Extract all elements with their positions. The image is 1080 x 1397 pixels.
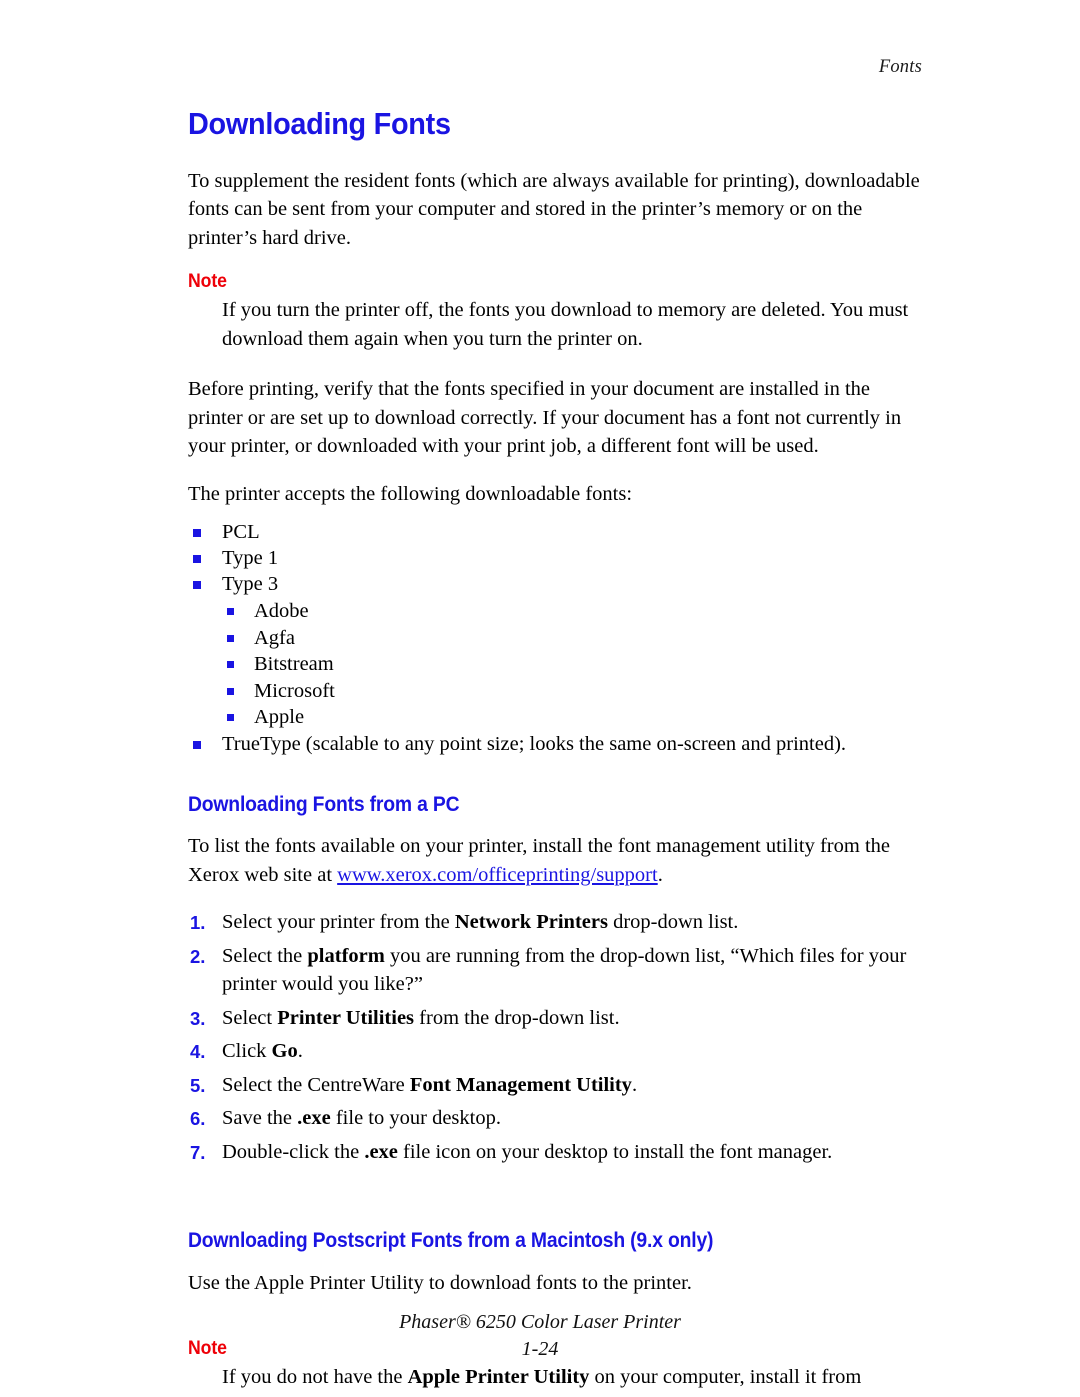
step-text-bold: Printer Utilities (277, 1006, 415, 1029)
step-number: 2. (190, 945, 206, 967)
intro-paragraph: To supplement the resident fonts (which … (188, 169, 920, 249)
step-item: 5. Select the CentreWare Font Management … (188, 1071, 922, 1100)
pc-intro-text-2: . (657, 863, 663, 886)
step-item: 7. Double-click the .exe file icon on you… (188, 1138, 922, 1167)
accepts-lead-paragraph: The printer accepts the following downlo… (188, 482, 633, 505)
note-text-pre: If you do not have the (222, 1366, 408, 1389)
step-text-post: drop-down list. (607, 911, 739, 934)
step-text-pre: Select the (222, 944, 308, 967)
note-body-1: If you turn the printer off, the fonts y… (222, 299, 909, 350)
step-text-post: . (297, 1040, 303, 1063)
step-text-post: file to your desktop. (330, 1107, 501, 1130)
list-item: Microsoft (222, 678, 922, 705)
step-item: 2. Select the platform you are running fr… (188, 942, 922, 999)
list-item: TrueType (scalable to any point size; lo… (188, 731, 922, 757)
list-item-label: PCL (222, 521, 260, 544)
step-item: 4. Click Go. (188, 1037, 922, 1066)
list-item: Type 3 (188, 571, 922, 597)
list-item-label: Adobe (254, 600, 309, 623)
font-type-list-continued: TrueType (scalable to any point size; lo… (188, 731, 922, 757)
step-text-pre: Select (222, 1006, 278, 1029)
step-item: 6. Save the .exe file to your desktop. (188, 1104, 922, 1133)
list-item: Adobe (222, 598, 922, 625)
pc-intro-paragraph: To list the fonts available on your prin… (188, 832, 922, 889)
before-printing-paragraph: Before printing, verify that the fonts s… (188, 378, 902, 458)
step-text-bold: Font Management Utility (409, 1073, 632, 1096)
step-text-bold: Network Printers (454, 911, 608, 934)
list-item: Bitstream (222, 651, 922, 678)
step-text-post: from the drop-down list. (414, 1006, 620, 1029)
step-text-bold: .exe (297, 1107, 331, 1130)
step-number: 7. (190, 1141, 206, 1163)
list-item-label: TrueType (scalable to any point size; lo… (222, 732, 847, 755)
step-number: 6. (190, 1108, 206, 1130)
step-text-pre: Select your printer from the (222, 911, 455, 934)
page-content: Downloading Fonts To supplement the resi… (188, 106, 922, 1397)
document-page: Fonts Downloading Fonts To supplement th… (0, 0, 1080, 1397)
step-text-post: . (631, 1073, 638, 1096)
step-item: 1. Select your printer from the Network P… (188, 908, 922, 937)
list-item: Agfa (222, 625, 922, 652)
font-vendor-sublist: Adobe Agfa Bitstream Microsoft Apple (188, 598, 922, 731)
mac-body-paragraph: Use the Apple Printer Utility to downloa… (188, 1271, 692, 1294)
step-text-bold: Go (271, 1040, 298, 1063)
list-item: Type 1 (188, 545, 922, 571)
step-number: 5. (190, 1074, 206, 1096)
list-item-label: Bitstream (254, 653, 334, 676)
list-item-label: Type 1 (222, 547, 279, 570)
step-text-pre: Save the (222, 1107, 298, 1130)
list-item-label: Type 3 (222, 573, 279, 596)
footer-page-number: 1-24 (521, 1338, 559, 1360)
xerox-support-link[interactable]: www.xerox.com/officeprinting/support (337, 864, 658, 886)
step-text-pre: Select the CentreWare (222, 1073, 410, 1096)
list-item: PCL (188, 519, 922, 545)
list-item-label: Microsoft (254, 679, 335, 702)
note-body-2: If you do not have the Apple Printer Uti… (222, 1363, 922, 1397)
pc-steps-list: 1. Select your printer from the Network P… (188, 908, 922, 1166)
note-text-bold: Apple Printer Utility (407, 1366, 590, 1389)
step-number: 3. (190, 1007, 206, 1029)
page-title: Downloading Fonts (188, 106, 451, 141)
note-label-1: Note (188, 271, 227, 293)
step-number: 4. (190, 1041, 206, 1063)
section-spacer-2 (188, 1171, 922, 1207)
note-text-mid: on your computer, install it from (589, 1366, 862, 1389)
step-text-pre: Double-click the (222, 1140, 365, 1163)
section-spacer-3 (188, 1207, 922, 1229)
section-heading-pc: Downloading Fonts from a PC (188, 791, 460, 816)
step-text-pre: Click (222, 1040, 272, 1063)
list-item: Apple (222, 704, 922, 731)
step-item: 3. Select Printer Utilities from the drop… (188, 1004, 922, 1033)
list-item-label: Agfa (254, 626, 295, 649)
running-header: Fonts (878, 57, 922, 77)
footer-product-name: Phaser® 6250 Color Laser Printer (399, 1311, 681, 1333)
step-text-post: file icon on your desktop to install the… (397, 1140, 833, 1163)
font-type-list: PCL Type 1 Type 3 (188, 519, 922, 597)
step-number: 1. (190, 912, 206, 934)
page-footer: Phaser® 6250 Color Laser Printer 1-24 (0, 1309, 1080, 1363)
step-text-bold: platform (307, 944, 385, 967)
section-heading-macintosh: Downloading Postscript Fonts from a Maci… (188, 1228, 714, 1253)
step-text-bold: .exe (364, 1140, 398, 1163)
list-item-label: Apple (254, 706, 305, 729)
